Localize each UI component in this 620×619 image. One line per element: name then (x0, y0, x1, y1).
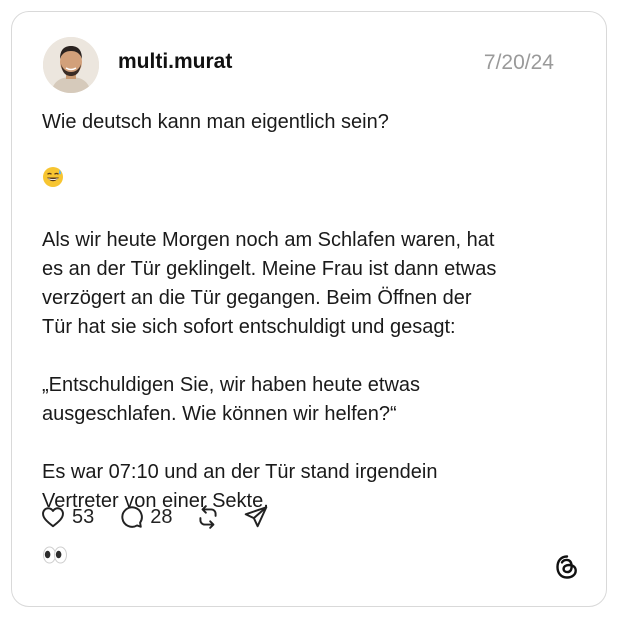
post-card: multi.murat 7/20/24 Wie deutsch kann man… (11, 11, 607, 607)
post-paragraph: „Entschuldigen Sie, wir haben heute etwa… (42, 374, 421, 425)
post-date: 7/20/24 (483, 51, 554, 74)
reply-button[interactable]: 28 (118, 504, 173, 530)
post-actions: 53 28 (40, 502, 269, 532)
threads-logo-icon[interactable] (554, 554, 580, 580)
avatar[interactable] (43, 37, 99, 93)
repost-icon (198, 505, 217, 529)
grinning-sweat-emoji (42, 137, 64, 197)
post-text: Wie deutsch kann man eigentlich sein? (42, 111, 389, 133)
avatar-image (43, 37, 99, 93)
repost-button[interactable] (195, 504, 221, 530)
share-button[interactable] (243, 504, 269, 530)
like-count: 53 (72, 505, 95, 528)
reply-count: 28 (150, 505, 173, 528)
heart-icon (42, 507, 64, 528)
send-icon (244, 506, 267, 528)
post-paragraph: Wie deutsch kann man eigentlich sein? (42, 108, 582, 197)
username[interactable]: multi.murat (118, 50, 232, 74)
post-paragraph: Als wir heute Morgen noch am Schlafen wa… (42, 229, 497, 338)
like-button[interactable]: 53 (40, 504, 94, 530)
speech-bubble-icon (121, 506, 144, 528)
